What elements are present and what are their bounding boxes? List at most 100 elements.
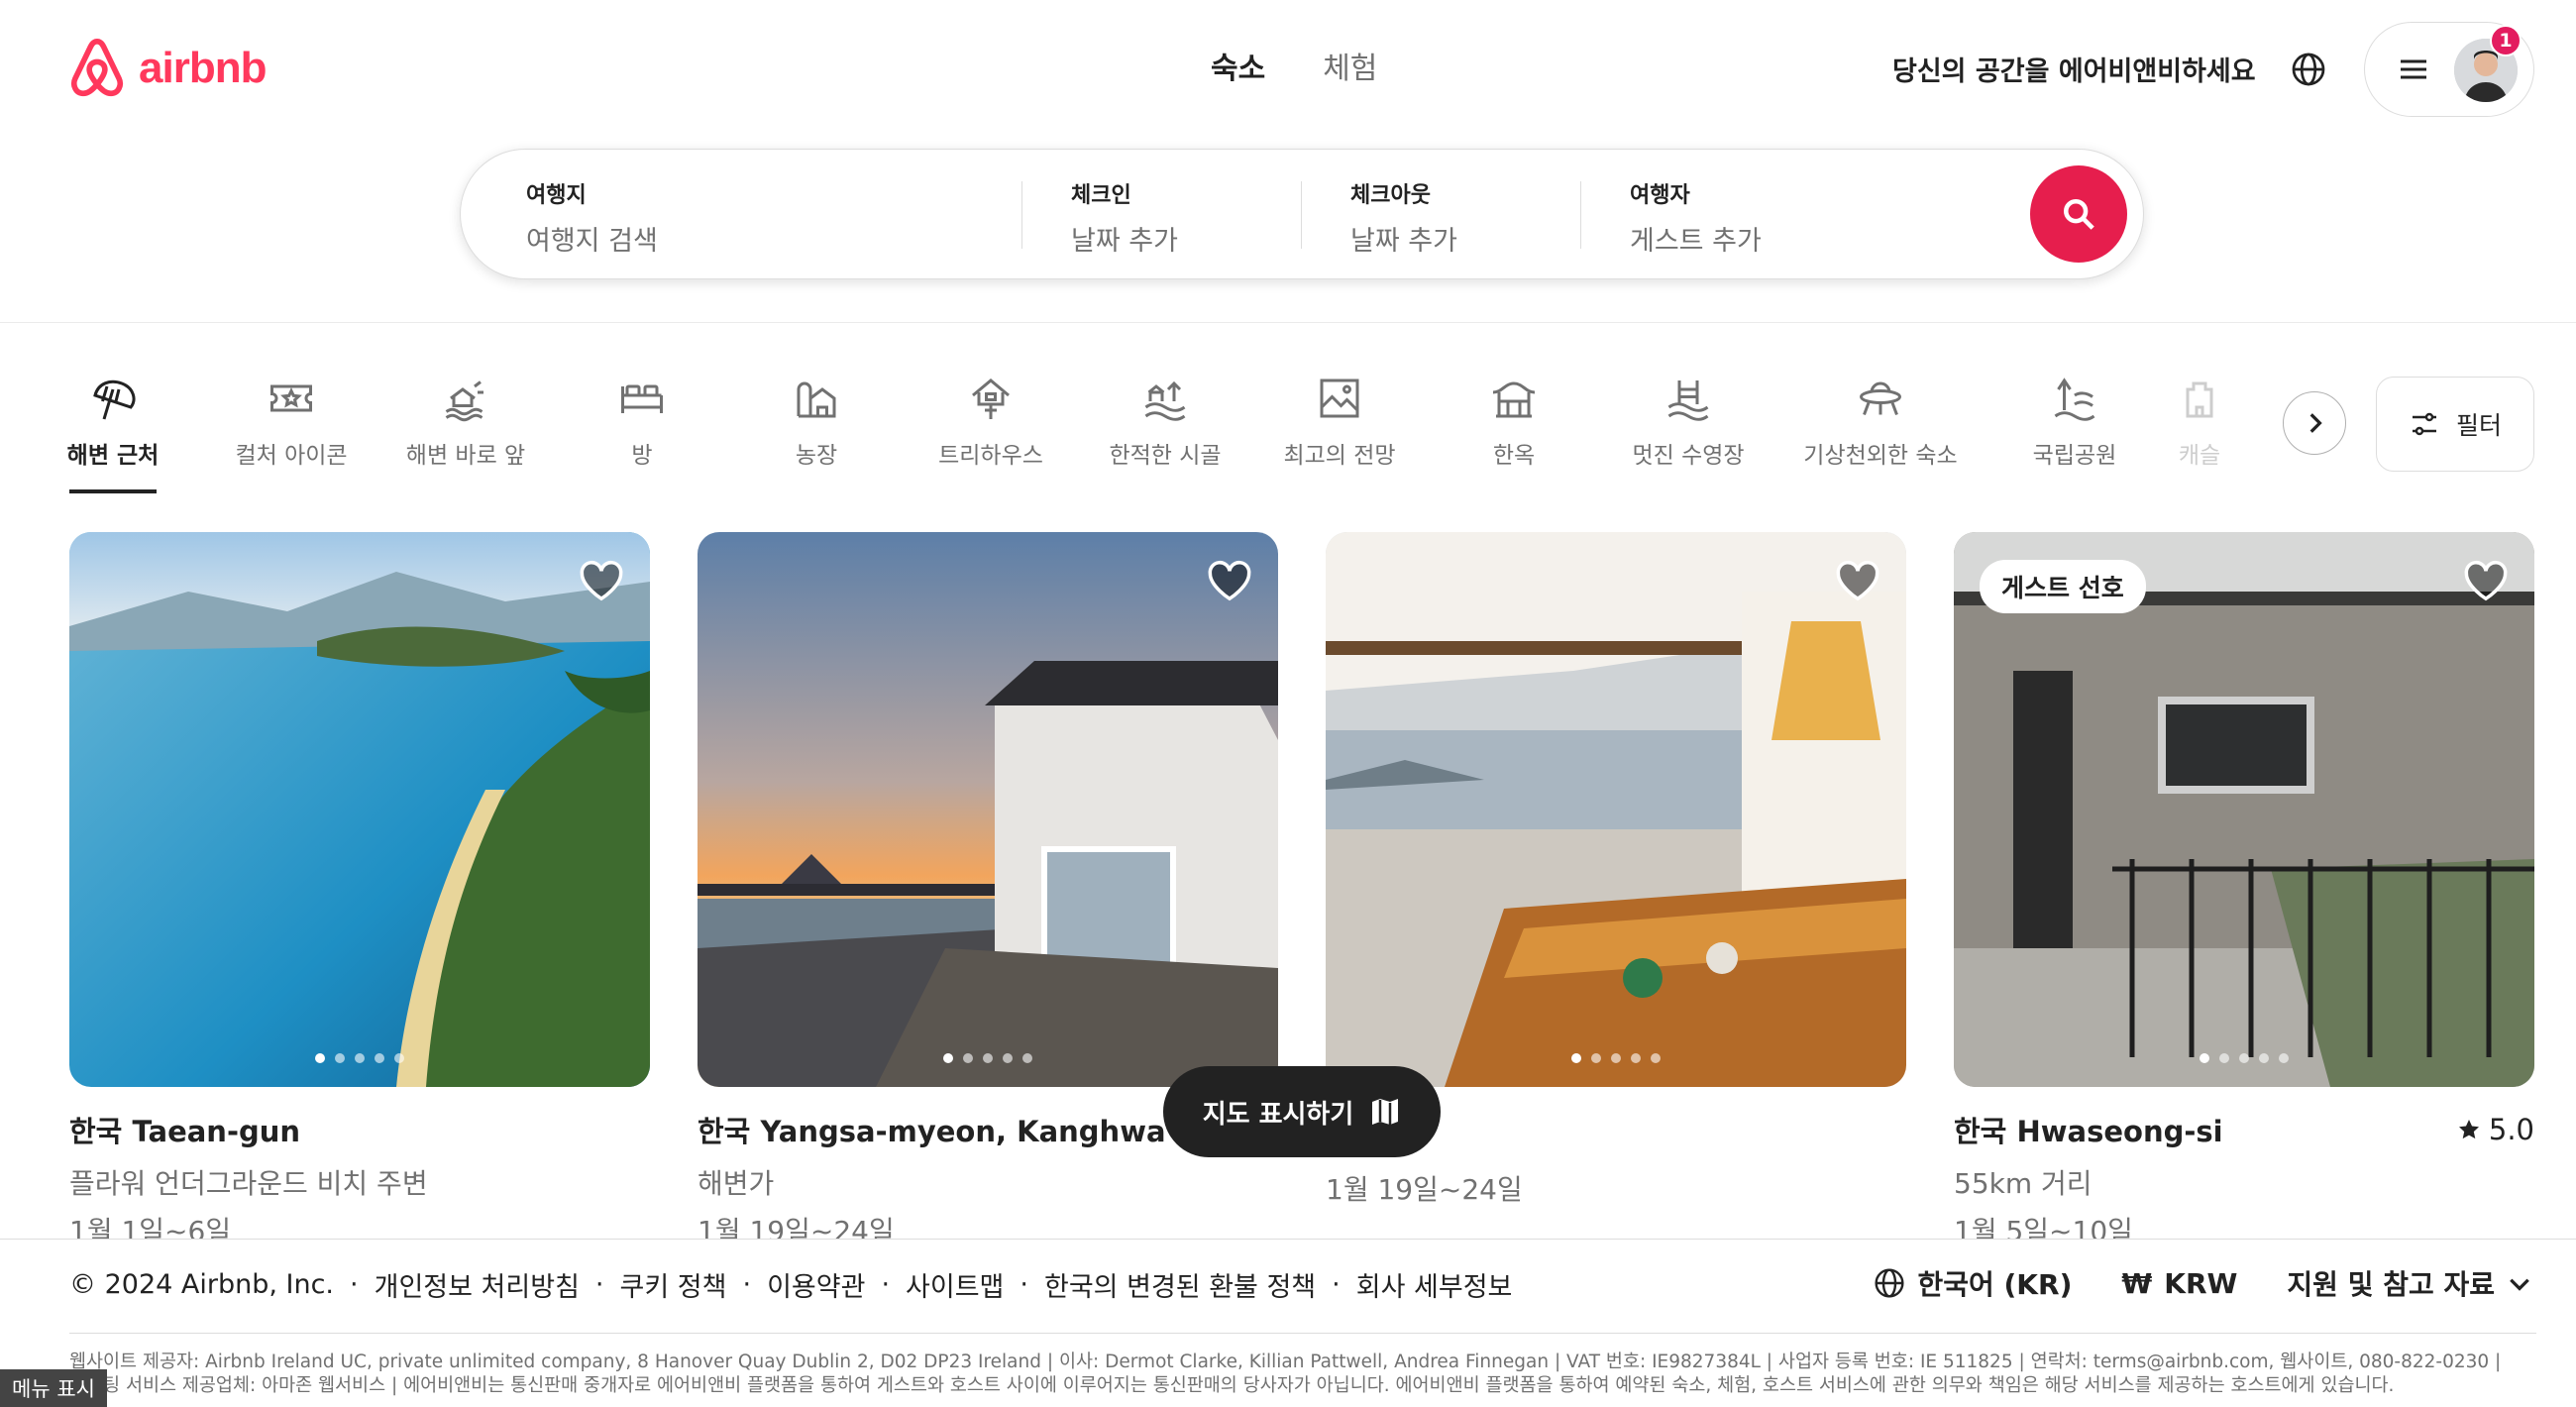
currency-selector[interactable]: ₩ KRW bbox=[2121, 1267, 2237, 1300]
tab-stays[interactable]: 숙소 bbox=[1211, 44, 1265, 87]
photo-carousel-dots bbox=[943, 1053, 1032, 1063]
star-icon bbox=[2458, 1120, 2479, 1139]
show-menu-button[interactable]: 메뉴 표시 bbox=[0, 1369, 107, 1407]
category-beach-near[interactable]: 해변 근처 bbox=[24, 375, 202, 493]
legal-line: 웹사이트 제공자: Airbnb Ireland UC, private unl… bbox=[69, 1352, 2502, 1372]
globe-icon[interactable] bbox=[2291, 52, 2326, 87]
profile-menu-button[interactable]: 1 bbox=[2364, 22, 2534, 117]
wishlist-heart-icon[interactable] bbox=[2463, 560, 2509, 601]
globe-icon bbox=[1875, 1268, 1905, 1298]
become-host-link[interactable]: 당신의 공간을 에어비앤비하세요 bbox=[1892, 50, 2256, 88]
ticket-star-icon bbox=[270, 384, 312, 412]
listing-photo[interactable] bbox=[69, 532, 650, 1087]
category-views[interactable]: 최고의 전망 bbox=[1250, 375, 1429, 470]
chevron-down-icon bbox=[2510, 1278, 2529, 1291]
category-label: 최고의 전망 bbox=[1283, 443, 1396, 469]
search-checkout[interactable]: 체크아웃 날짜 추가 bbox=[1350, 177, 1457, 258]
listing-photo[interactable] bbox=[1326, 532, 1906, 1087]
wishlist-heart-icon[interactable] bbox=[1207, 560, 1252, 601]
countryside-icon bbox=[1144, 380, 1186, 421]
category-label: 국립공원 bbox=[2032, 443, 2117, 469]
category-countryside[interactable]: 한적한 시골 bbox=[1076, 375, 1254, 470]
national-park-icon bbox=[2054, 378, 2095, 421]
support-label: 지원 및 참고 자료 bbox=[2287, 1268, 2495, 1301]
guest-favorite-badge: 게스트 선호 bbox=[1980, 560, 2146, 613]
category-label: 해변 바로 앞 bbox=[405, 443, 526, 469]
divider bbox=[1580, 181, 1581, 249]
footer-link-sitemap[interactable]: 사이트맵 bbox=[906, 1265, 1004, 1304]
search-button[interactable] bbox=[2030, 165, 2127, 263]
listing-card[interactable]: 한국 Taean-gun 플라워 언더그라운드 비치 주변 1월 1일~6일 bbox=[69, 532, 650, 1249]
listing-card[interactable]: 게스트 선호 한국 Hwaseong-si 5.0 55km 거리 1월 5일~… bbox=[1954, 532, 2534, 1249]
bed-icon bbox=[621, 384, 663, 413]
footer-link-refund-policy[interactable]: 한국의 변경된 환불 정책 bbox=[1044, 1265, 1316, 1304]
rating-value: 5.0 bbox=[2488, 1113, 2534, 1146]
airbnb-logo-icon bbox=[70, 39, 124, 97]
listing-subtitle: 55km 거리 bbox=[1954, 1167, 2093, 1200]
category-culture-icons[interactable]: 컬처 아이콘 bbox=[202, 375, 380, 470]
copyright: © 2024 Airbnb, Inc. bbox=[69, 1269, 335, 1300]
show-map-button[interactable]: 지도 표시하기 bbox=[1163, 1066, 1441, 1157]
category-rooms[interactable]: 방 bbox=[553, 375, 731, 470]
footer-links: © 2024 Airbnb, Inc. · 개인정보 처리방침 · 쿠키 정책 … bbox=[69, 1265, 1512, 1304]
category-next-button[interactable] bbox=[2283, 391, 2346, 455]
category-omg[interactable]: 기상천외한 숙소 bbox=[1791, 375, 1970, 470]
listing-title: 한국 Yangsa-myeon, Kanghwa bbox=[698, 1115, 1166, 1148]
photo-carousel-dots bbox=[315, 1053, 404, 1063]
listing-rating: 5.0 bbox=[2457, 1109, 2534, 1150]
header-divider bbox=[0, 322, 2576, 323]
category-label: 방 bbox=[631, 443, 653, 469]
beachfront-icon bbox=[445, 380, 483, 422]
category-hanok[interactable]: 한옥 bbox=[1425, 375, 1603, 470]
category-farms[interactable]: 농장 bbox=[727, 375, 906, 470]
guests-value: 게스트 추가 bbox=[1630, 226, 1762, 257]
hanok-icon bbox=[1492, 381, 1536, 418]
search-guests[interactable]: 여행자 게스트 추가 bbox=[1630, 177, 1762, 258]
divider bbox=[1301, 181, 1302, 249]
category-treehouses[interactable]: 트리하우스 bbox=[902, 375, 1080, 470]
divider bbox=[1021, 181, 1022, 249]
search-where[interactable]: 여행지 여행지 검색 bbox=[526, 177, 962, 258]
pool-icon bbox=[1667, 380, 1709, 421]
legal-line: 호스팅 서비스 제공업체: 아마존 웹서비스 | 에어비앤비는 통신판매 중개자… bbox=[69, 1375, 2395, 1396]
category-label: 멋진 수영장 bbox=[1632, 443, 1745, 469]
footer-link-cookies[interactable]: 쿠키 정책 bbox=[620, 1265, 727, 1304]
search-icon bbox=[2063, 198, 2094, 230]
footer: © 2024 Airbnb, Inc. · 개인정보 처리방침 · 쿠키 정책 … bbox=[0, 1239, 2576, 1407]
checkout-value: 날짜 추가 bbox=[1350, 226, 1457, 257]
airbnb-logo[interactable]: airbnb bbox=[67, 36, 267, 101]
footer-divider bbox=[69, 1333, 2536, 1334]
listing-photo[interactable]: 게스트 선호 bbox=[1954, 532, 2534, 1087]
category-beachfront[interactable]: 해변 바로 앞 bbox=[376, 375, 555, 470]
search-checkin[interactable]: 체크인 날짜 추가 bbox=[1071, 177, 1178, 258]
category-label: 트리하우스 bbox=[938, 443, 1043, 469]
where-label: 여행지 bbox=[526, 183, 587, 208]
category-pools[interactable]: 멋진 수영장 bbox=[1599, 375, 1777, 470]
support-resources-button[interactable]: 지원 및 참고 자료 bbox=[2287, 1263, 2532, 1303]
checkin-label: 체크인 bbox=[1071, 183, 1131, 208]
footer-link-company-details[interactable]: 회사 세부정보 bbox=[1356, 1265, 1513, 1304]
wishlist-heart-icon[interactable] bbox=[1835, 560, 1880, 601]
chevron-right-icon bbox=[2309, 413, 2322, 433]
menu-icon bbox=[2401, 59, 2426, 79]
filter-label: 필터 bbox=[2455, 411, 2502, 440]
where-input[interactable]: 여행지 검색 bbox=[526, 219, 962, 258]
sliders-icon bbox=[2412, 412, 2436, 436]
filter-button[interactable]: 필터 bbox=[2376, 377, 2534, 472]
language-selector[interactable]: 한국어 (KR) bbox=[1874, 1263, 2072, 1303]
category-label: 한적한 시골 bbox=[1109, 443, 1222, 469]
tab-experiences[interactable]: 체험 bbox=[1323, 44, 1377, 87]
listing-photo[interactable] bbox=[698, 532, 1278, 1087]
brick-house-photo bbox=[1954, 532, 2534, 1087]
top-nav-tabs: 숙소 체험 bbox=[1211, 44, 1377, 87]
coastal-island-photo bbox=[69, 532, 650, 1087]
category-castles[interactable]: 캐슬 bbox=[2160, 375, 2239, 470]
footer-settings: 한국어 (KR) ₩ KRW 지원 및 참고 자료 bbox=[1874, 1263, 2532, 1303]
currency-symbol: ₩ bbox=[2121, 1266, 2153, 1300]
listing-title: 한국 Taean-gun bbox=[69, 1115, 301, 1148]
wishlist-heart-icon[interactable] bbox=[579, 560, 624, 601]
category-national-parks[interactable]: 국립공원 bbox=[1986, 375, 2164, 470]
legal-text: 웹사이트 제공자: Airbnb Ireland UC, private unl… bbox=[69, 1351, 2536, 1398]
footer-link-terms[interactable]: 이용약관 bbox=[767, 1265, 865, 1304]
footer-link-privacy[interactable]: 개인정보 처리방침 bbox=[375, 1265, 580, 1304]
